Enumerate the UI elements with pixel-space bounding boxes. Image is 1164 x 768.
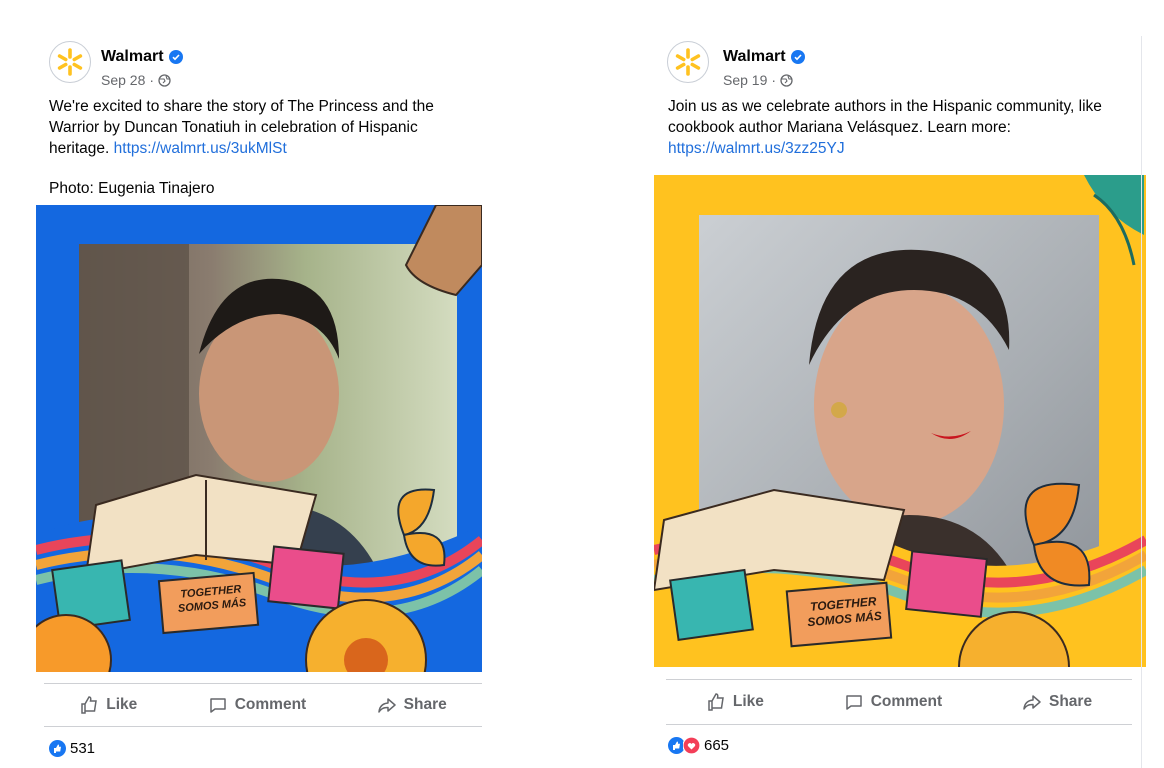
verified-badge-icon bbox=[168, 50, 183, 64]
hispanic-heritage-artwork bbox=[654, 175, 1146, 667]
share-label: Share bbox=[1048, 693, 1093, 710]
walmart-avatar[interactable] bbox=[667, 41, 709, 83]
page-name[interactable]: Walmart bbox=[101, 48, 164, 66]
love-reaction-icon bbox=[682, 736, 701, 755]
post-text: We're excited to share the story of The … bbox=[36, 96, 479, 159]
like-reaction-icon bbox=[49, 740, 66, 757]
post-action-bar: Like Comment Share bbox=[666, 679, 1132, 725]
like-button[interactable]: Like bbox=[79, 695, 137, 715]
post-date[interactable]: Sep 28 bbox=[101, 72, 145, 88]
like-button[interactable]: Like bbox=[706, 692, 764, 712]
comment-label: Comment bbox=[234, 696, 307, 713]
comment-button[interactable]: Comment bbox=[844, 692, 942, 712]
comment-icon bbox=[209, 698, 226, 713]
verified-badge-icon bbox=[790, 50, 805, 64]
comment-label: Comment bbox=[870, 693, 943, 710]
share-arrow-icon bbox=[1023, 695, 1041, 710]
reaction-count: 665 bbox=[704, 737, 730, 754]
walmart-spark-icon bbox=[675, 48, 701, 76]
post-image[interactable]: TOGETHER SOMOS MÁS bbox=[36, 205, 482, 672]
walmart-avatar[interactable] bbox=[49, 41, 91, 83]
post-card: Walmart Sep 19 · Join us as we celebrate… bbox=[654, 36, 1146, 755]
meta-separator: · bbox=[149, 72, 155, 88]
share-arrow-icon bbox=[377, 698, 396, 713]
post-image[interactable]: TOGETHER SOMOS MÁS bbox=[654, 175, 1146, 667]
post-card: Walmart Sep 28 · We're excited to share … bbox=[36, 36, 482, 757]
comment-button[interactable]: Comment bbox=[208, 695, 306, 715]
thumbs-up-icon bbox=[81, 696, 98, 714]
reaction-summary[interactable]: 531 bbox=[36, 740, 482, 757]
like-label: Like bbox=[732, 693, 764, 710]
meta-separator: · bbox=[771, 72, 777, 88]
thumbs-up-icon bbox=[708, 693, 724, 711]
page-name[interactable]: Walmart bbox=[723, 48, 786, 66]
post-link[interactable]: https://walmrt.us/3zz25YJ bbox=[668, 140, 845, 157]
post-body: Join us as we celebrate authors in the H… bbox=[668, 98, 1102, 136]
like-label: Like bbox=[106, 696, 138, 713]
walmart-spark-icon bbox=[57, 48, 83, 76]
post-text: Join us as we celebrate authors in the H… bbox=[654, 96, 1138, 159]
globe-icon bbox=[780, 73, 793, 87]
share-label: Share bbox=[403, 696, 447, 713]
photo-credit: Photo: Eugenia Tinajero bbox=[49, 180, 215, 197]
reaction-count: 531 bbox=[70, 740, 96, 757]
post-date[interactable]: Sep 19 bbox=[723, 72, 767, 88]
post-header: Walmart Sep 28 · bbox=[36, 36, 482, 92]
post-link[interactable]: https://walmrt.us/3ukMlSt bbox=[114, 140, 287, 157]
post-action-bar: Like Comment Share bbox=[44, 683, 482, 727]
comment-icon bbox=[845, 695, 862, 710]
post-header: Walmart Sep 19 · bbox=[654, 36, 1146, 92]
feed-divider bbox=[1141, 36, 1142, 768]
globe-icon bbox=[158, 73, 171, 87]
reaction-summary[interactable]: 665 bbox=[654, 736, 1146, 755]
share-button[interactable]: Share bbox=[1022, 692, 1092, 712]
share-button[interactable]: Share bbox=[377, 695, 447, 715]
